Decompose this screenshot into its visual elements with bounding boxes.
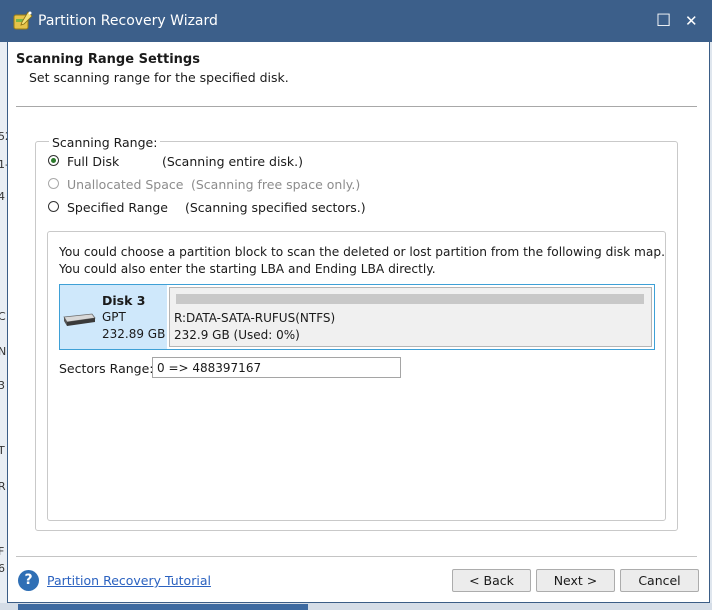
background-text: C bbox=[0, 310, 6, 323]
partition-size: 232.9 GB (Used: 0%) bbox=[174, 328, 300, 342]
unallocated-space-radio[interactable] bbox=[48, 178, 59, 189]
wizard-app-icon bbox=[13, 11, 33, 30]
background-window-edge: 52 1- 4 C N 3 T R F 6 bbox=[0, 42, 7, 610]
header-divider bbox=[16, 106, 697, 107]
background-text: F bbox=[0, 545, 5, 558]
full-disk-description: (Scanning entire disk.) bbox=[162, 154, 304, 169]
unallocated-space-label[interactable]: Unallocated Space bbox=[67, 177, 183, 192]
specified-range-description: (Scanning specified sectors.) bbox=[185, 200, 366, 215]
cancel-button[interactable]: Cancel bbox=[620, 569, 699, 592]
disk-size: 232.89 GB bbox=[102, 327, 166, 341]
window-title: Partition Recovery Wizard bbox=[38, 13, 218, 29]
background-text: N bbox=[0, 345, 7, 358]
close-icon[interactable]: ✕ bbox=[685, 13, 698, 30]
footer-divider bbox=[16, 556, 697, 557]
background-text: 52 bbox=[0, 130, 7, 143]
background-text: T bbox=[0, 444, 5, 457]
partition-label: R:DATA-SATA-RUFUS(NTFS) bbox=[174, 311, 336, 325]
background-text: 6 bbox=[0, 562, 5, 575]
background-text: 1- bbox=[0, 158, 7, 171]
full-disk-radio[interactable] bbox=[48, 155, 59, 166]
background-progress-strip bbox=[18, 604, 308, 610]
next-button[interactable]: Next > bbox=[536, 569, 615, 592]
disk-type: GPT bbox=[102, 310, 126, 324]
hard-drive-icon bbox=[63, 313, 96, 326]
tutorial-link[interactable]: Partition Recovery Tutorial bbox=[47, 573, 211, 588]
specified-range-label[interactable]: Specified Range bbox=[67, 200, 168, 215]
disk-map-instruction-1: You could choose a partition block to sc… bbox=[59, 245, 665, 259]
full-disk-label[interactable]: Full Disk bbox=[67, 154, 119, 169]
page-subtitle: Set scanning range for the specified dis… bbox=[29, 70, 289, 85]
disk-map-instruction-2: You could also enter the starting LBA an… bbox=[59, 262, 436, 276]
scanning-range-legend: Scanning Range: bbox=[49, 135, 161, 150]
back-button[interactable]: < Back bbox=[452, 569, 531, 592]
sectors-range-input[interactable]: 0 => 488397167 bbox=[152, 357, 401, 378]
background-text: R bbox=[0, 480, 6, 493]
page-title: Scanning Range Settings bbox=[16, 52, 200, 67]
title-bar[interactable]: Partition Recovery Wizard ☐ ✕ bbox=[0, 0, 712, 42]
partition-usage-bar bbox=[176, 294, 644, 304]
sectors-range-label: Sectors Range: bbox=[59, 361, 154, 376]
specified-range-radio[interactable] bbox=[48, 201, 59, 212]
help-icon[interactable]: ? bbox=[18, 570, 39, 591]
unallocated-space-description: (Scanning free space only.) bbox=[191, 177, 361, 192]
background-text: 4 bbox=[0, 190, 5, 203]
maximize-icon[interactable]: ☐ bbox=[656, 13, 671, 30]
background-text: 3 bbox=[0, 379, 5, 392]
disk-name: Disk 3 bbox=[102, 293, 146, 308]
